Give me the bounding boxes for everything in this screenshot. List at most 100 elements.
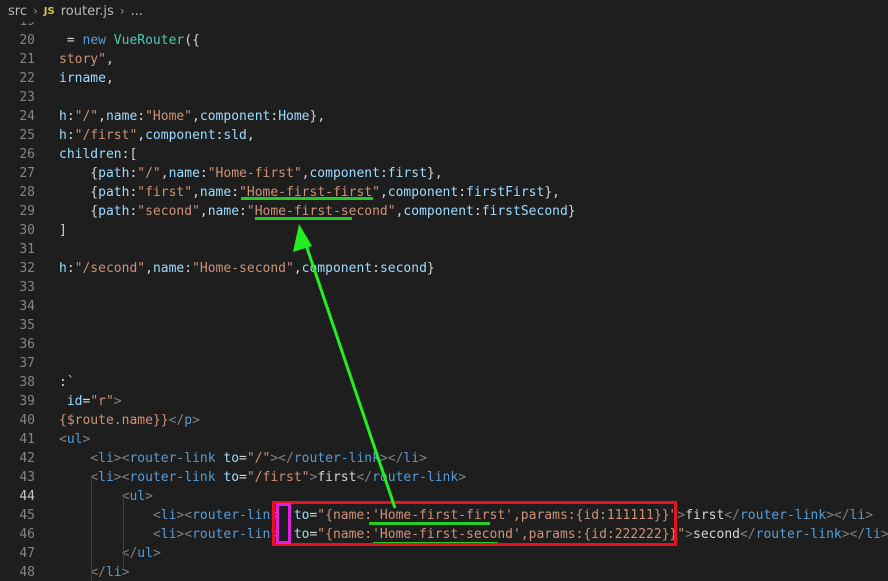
line-number: 36 [19, 337, 35, 352]
code-line[interactable]: 31 [0, 240, 888, 259]
code-token: { [59, 204, 99, 219]
code-token: path [98, 166, 130, 181]
code-line[interactable]: 42 <li><router-link to="/"></router-link… [0, 449, 888, 468]
code-token: >< [176, 508, 193, 523]
code-token: : [137, 109, 146, 124]
code-token: p [184, 413, 193, 428]
code-token: } [426, 261, 435, 276]
code-token: li [160, 508, 177, 523]
code-editor[interactable]: 19 20 = new VueRouter({21 story", 22 irname… [0, 22, 888, 581]
breadcrumb-folder[interactable]: src [8, 4, 27, 19]
code-line[interactable]: 32 h:"/second",name:"Home-second",compone… [0, 259, 888, 278]
code-token: >< [113, 451, 130, 466]
code-line[interactable]: 36 [0, 335, 888, 354]
code-text[interactable]: children:[ [59, 145, 137, 164]
code-token: , [137, 128, 146, 143]
code-text[interactable]: irname, [59, 69, 114, 88]
code-token: "/second" [74, 261, 146, 276]
code-line[interactable]: 39 id="r"> [0, 392, 888, 411]
code-line[interactable]: 24 h:"/",name:"Home",component:Home}, [0, 107, 888, 126]
code-token: VueRouter [113, 33, 185, 48]
code-line[interactable]: 26 children:[ [0, 145, 888, 164]
annotation-underline [241, 197, 373, 200]
code-token: > [152, 546, 161, 561]
code-token: name [199, 185, 232, 200]
code-text[interactable]: id="r"> [59, 392, 122, 411]
code-line[interactable]: 34 [0, 297, 888, 316]
code-line[interactable]: 35 [0, 316, 888, 335]
code-text[interactable]: story", [59, 50, 114, 69]
line-number: 23 [19, 90, 35, 105]
line-number: 31 [19, 242, 35, 257]
code-token: > [458, 470, 467, 485]
code-token: : [199, 166, 208, 181]
code-line[interactable]: 20 = new VueRouter({ [0, 31, 888, 50]
code-token: :` [59, 375, 75, 390]
code-token: : [458, 185, 467, 200]
code-text[interactable]: ] [59, 221, 67, 240]
code-line[interactable]: 28 {path:"first",name:"Home-first-first"… [0, 183, 888, 202]
code-text[interactable]: {path:"/",name:"Home-first",component:fi… [59, 164, 442, 183]
code-line[interactable]: 19 [0, 22, 888, 31]
code-line[interactable]: 41 <ul> [0, 430, 888, 449]
code-token: name [168, 166, 200, 181]
code-token: > [880, 527, 888, 542]
breadcrumb-more[interactable]: ... [131, 4, 143, 19]
code-token: > [113, 394, 122, 409]
line-number: 35 [19, 318, 35, 333]
code-token: router-link [293, 451, 380, 466]
code-token: > [192, 413, 200, 428]
line-number: 32 [19, 261, 35, 276]
code-line[interactable]: 40 {$route.name}}</p> [0, 411, 888, 430]
code-token: id [59, 394, 83, 409]
code-line[interactable]: 27 {path:"/",name:"Home-first",component… [0, 164, 888, 183]
code-token: ></ [826, 508, 850, 523]
code-text[interactable]: </li> [59, 563, 129, 581]
code-text[interactable]: <li><router-link to="/first">first</rout… [59, 468, 466, 487]
code-token: </ [356, 470, 373, 485]
code-token: , [192, 185, 200, 200]
js-file-icon: JS [43, 5, 55, 17]
code-token: li [849, 508, 866, 523]
line-number: 33 [19, 280, 35, 295]
code-line[interactable]: 38:` [0, 373, 888, 392]
code-token: > [865, 508, 874, 523]
code-line[interactable]: 22 irname, [0, 69, 888, 88]
code-token: , [379, 185, 388, 200]
code-token: ></ [270, 451, 294, 466]
code-line[interactable]: 23 [0, 88, 888, 107]
code-line[interactable]: 48 </li> [0, 563, 888, 581]
code-text[interactable]: <ul> [59, 430, 90, 449]
code-text[interactable]: {$route.name}}</p> [59, 411, 200, 430]
code-token: < [59, 470, 99, 485]
code-line[interactable]: 47 </ul> [0, 544, 888, 563]
code-token: < [59, 432, 67, 447]
code-token: : [231, 185, 240, 200]
code-token: : [66, 261, 75, 276]
code-line[interactable]: 33 [0, 278, 888, 297]
code-token: "/" [246, 451, 271, 466]
code-text[interactable]: <ul> [59, 487, 153, 506]
code-text[interactable]: :` [59, 373, 75, 392]
code-text[interactable]: h:"/second",name:"Home-second",component… [59, 259, 435, 278]
code-text[interactable]: = new VueRouter({ [59, 31, 200, 50]
line-number: 43 [19, 470, 35, 485]
code-token: "/" [137, 166, 161, 181]
code-text[interactable]: <li><router-link to="/"></router-link></… [59, 449, 427, 468]
code-line[interactable]: 29 {path:"second",name:"Home-first-secon… [0, 202, 888, 221]
code-line[interactable]: 43 <li><router-link to="/first">first</r… [0, 468, 888, 487]
code-line[interactable]: 30] [0, 221, 888, 240]
code-token: > [121, 565, 130, 580]
breadcrumb-file[interactable]: router.js [61, 4, 114, 19]
code-token: "/" [74, 109, 99, 124]
code-text[interactable]: h:"/first",component:sld, [59, 126, 255, 145]
code-line[interactable]: 21 story", [0, 50, 888, 69]
line-number: 48 [19, 565, 35, 580]
code-line[interactable]: 25 h:"/first",component:sld, [0, 126, 888, 145]
code-token: > [82, 432, 91, 447]
code-text[interactable]: </ul> [59, 544, 161, 563]
code-line[interactable]: 37 [0, 354, 888, 373]
code-token: , [293, 261, 302, 276]
code-text[interactable]: h:"/",name:"Home",component:Home}, [59, 107, 325, 126]
code-token: firstFirst [466, 185, 545, 200]
